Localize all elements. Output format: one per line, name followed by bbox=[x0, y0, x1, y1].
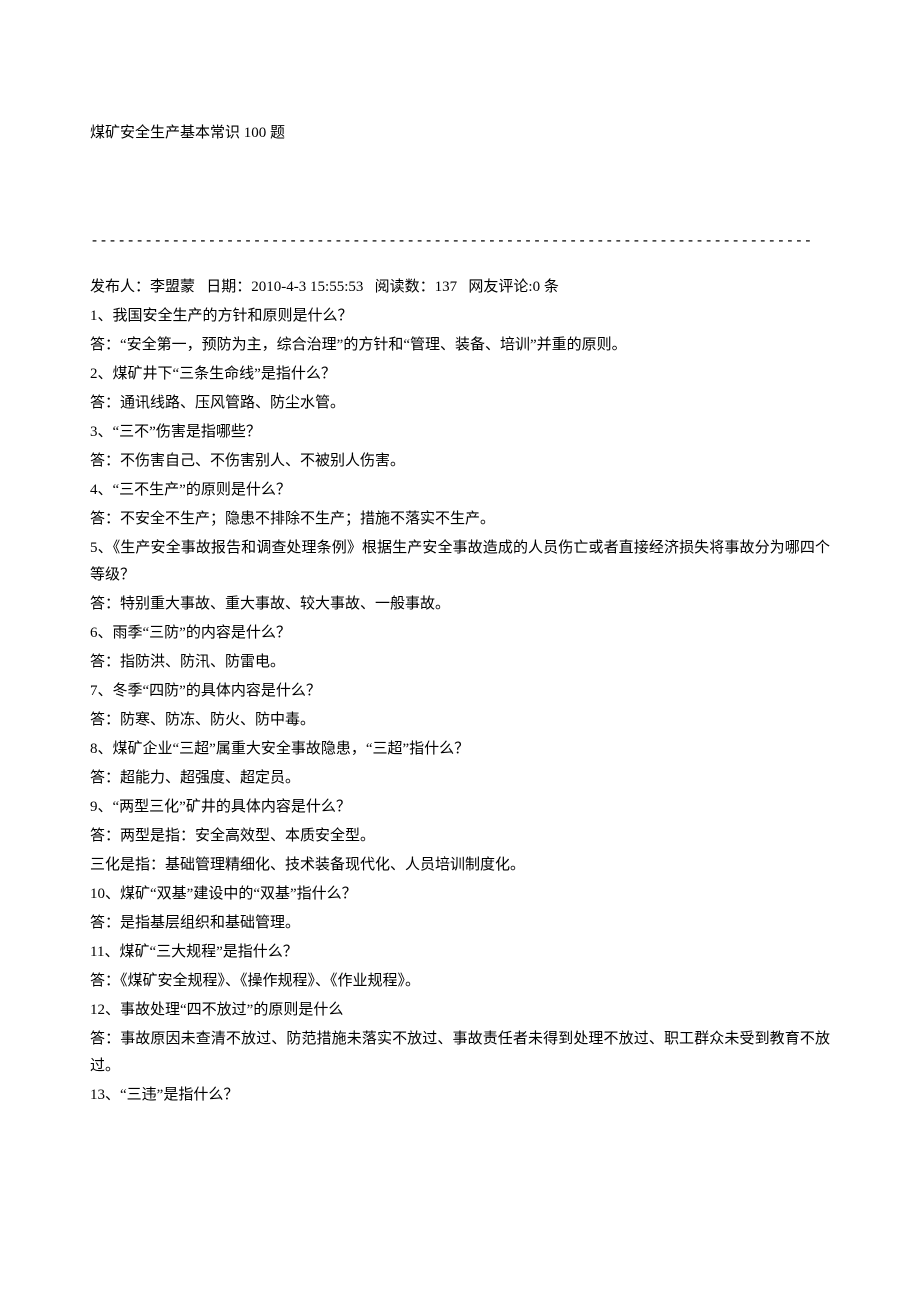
qa-line: 三化是指：基础管理精细化、技术装备现代化、人员培训制度化。 bbox=[90, 852, 830, 879]
comments-label: 网友评论: bbox=[468, 279, 532, 295]
date-label: 日期： bbox=[206, 279, 251, 295]
qa-line: 答：是指基层组织和基础管理。 bbox=[90, 910, 830, 937]
qa-line: 答：《煤矿安全规程》、《操作规程》、《作业规程》。 bbox=[90, 968, 830, 995]
qa-line: 13、“三违”是指什么？ bbox=[90, 1082, 830, 1109]
document-page: 煤矿安全生产基本常识 100 题 -----------------------… bbox=[0, 0, 920, 1171]
qa-line: 12、事故处理“四不放过”的原则是什么 bbox=[90, 997, 830, 1024]
qa-line: 答：事故原因未查清不放过、防范措施未落实不放过、事故责任者未得到处理不放过、职工… bbox=[90, 1026, 830, 1080]
document-title: 煤矿安全生产基本常识 100 题 bbox=[90, 125, 285, 141]
qa-line: 10、煤矿“双基”建设中的“双基”指什么？ bbox=[90, 881, 830, 908]
qa-line: 答：特别重大事故、重大事故、较大事故、一般事故。 bbox=[90, 591, 830, 618]
qa-line: 答：通讯线路、压风管路、防尘水管。 bbox=[90, 390, 830, 417]
qa-line: 答：指防洪、防汛、防雷电。 bbox=[90, 649, 830, 676]
qa-line: 8、煤矿企业“三超”属重大安全事故隐患，“三超”指什么？ bbox=[90, 736, 830, 763]
publisher-name: 李盟蒙 bbox=[150, 279, 195, 295]
qa-line: 答：不伤害自己、不伤害别人、不被别人伤害。 bbox=[90, 448, 830, 475]
qa-line: 7、冬季“四防”的具体内容是什么？ bbox=[90, 678, 830, 705]
reads-label: 阅读数： bbox=[375, 279, 435, 295]
comments-value: 0 条 bbox=[533, 279, 559, 295]
qa-line: 9、“两型三化”矿井的具体内容是什么？ bbox=[90, 794, 830, 821]
date-value: 2010-4-3 15:55:53 bbox=[251, 279, 363, 295]
qa-line: 2、煤矿井下“三条生命线”是指什么？ bbox=[90, 361, 830, 388]
divider-line: ----------------------------------------… bbox=[90, 227, 830, 254]
title-block: 煤矿安全生产基本常识 100 题 bbox=[90, 120, 830, 147]
qa-line: 5、《生产安全事故报告和调查处理条例》根据生产安全事故造成的人员伤亡或者直接经济… bbox=[90, 535, 830, 589]
qa-line: 1、我国安全生产的方针和原则是什么？ bbox=[90, 303, 830, 330]
qa-line: 3、“三不”伤害是指哪些？ bbox=[90, 419, 830, 446]
qa-line: 答：超能力、超强度、超定员。 bbox=[90, 765, 830, 792]
qa-line: 11、煤矿“三大规程”是指什么？ bbox=[90, 939, 830, 966]
qa-line: 答：不安全不生产；隐患不排除不生产；措施不落实不生产。 bbox=[90, 506, 830, 533]
qa-line: 6、雨季“三防”的内容是什么？ bbox=[90, 620, 830, 647]
publisher-label: 发布人： bbox=[90, 279, 150, 295]
meta-line: 发布人：李盟蒙 日期：2010-4-3 15:55:53 阅读数：137 网友评… bbox=[90, 274, 830, 301]
qa-body: 1、我国安全生产的方针和原则是什么？答：“安全第一，预防为主，综合治理”的方针和… bbox=[90, 303, 830, 1109]
qa-line: 答：“安全第一，预防为主，综合治理”的方针和“管理、装备、培训”并重的原则。 bbox=[90, 332, 830, 359]
reads-value: 137 bbox=[435, 279, 458, 295]
qa-line: 答：两型是指：安全高效型、本质安全型。 bbox=[90, 823, 830, 850]
qa-line: 4、“三不生产”的原则是什么？ bbox=[90, 477, 830, 504]
qa-line: 答：防寒、防冻、防火、防中毒。 bbox=[90, 707, 830, 734]
